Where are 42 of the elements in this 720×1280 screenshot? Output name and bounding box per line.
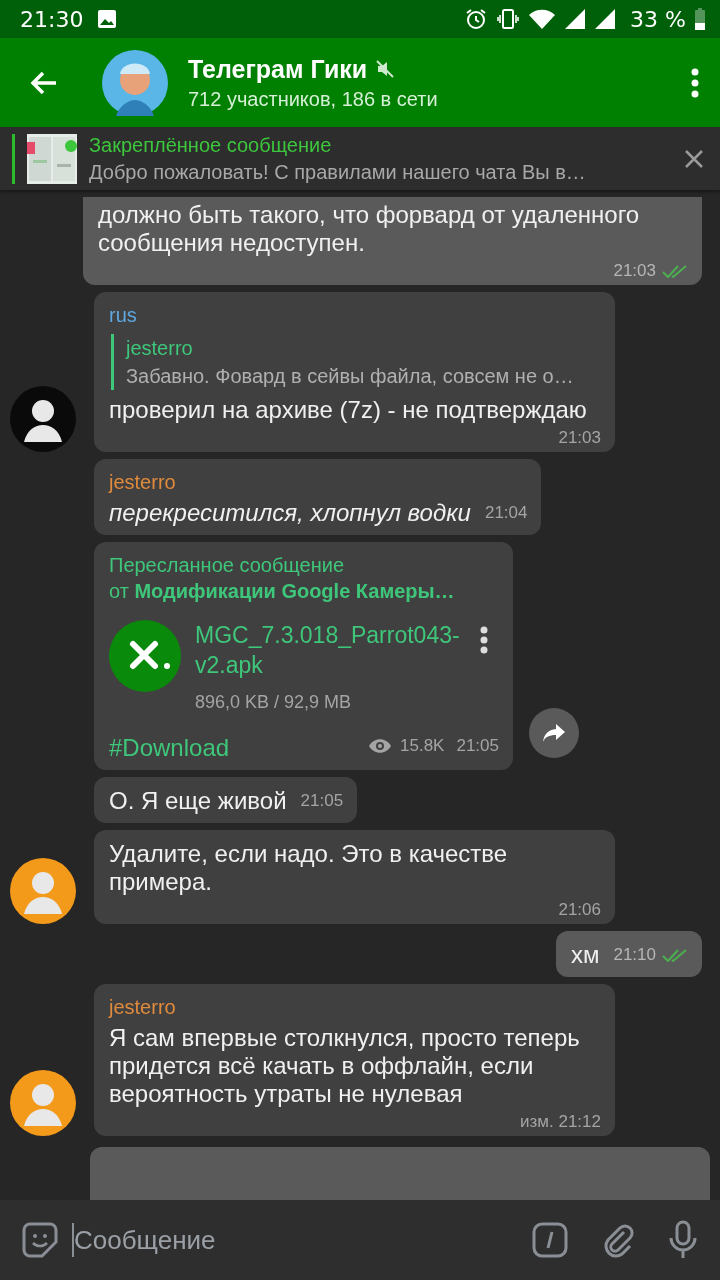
view-count: 15.8K <box>400 735 445 757</box>
message-time: 21:05 <box>456 735 499 757</box>
message-bubble[interactable]: О. Я еще живой 21:05 <box>94 777 358 823</box>
battery-percent: 33 % <box>630 6 686 32</box>
message-bubble[interactable]: Удалите, если надо. Это в качестве примера. 21:06 <box>94 830 615 924</box>
message-text: проверил на архиве (7z) - не подтверждаю <box>109 396 587 424</box>
message-text: О. Я еще живой <box>109 787 287 815</box>
message-text: перекреситился, хлопнул водки <box>109 499 471 527</box>
sender-name[interactable]: jesterro <box>109 994 601 1020</box>
forwarded-source[interactable]: от Модификации Google Камеры… <box>109 578 499 604</box>
message-text: Удалите, если надо. Это в качестве примера. <box>109 840 509 896</box>
message-bubble[interactable]: хм 21:10 <box>555 931 702 977</box>
sender-name[interactable]: jesterro <box>109 469 528 495</box>
message-time: 21:06 <box>558 900 601 920</box>
message-text: хм <box>570 941 600 969</box>
sender-name[interactable]: rus <box>109 302 601 328</box>
pinned-title: Закреплённое сообщение <box>89 133 333 157</box>
message-time: 21:05 <box>300 791 344 811</box>
message-time: изм. 21:12 <box>520 1112 601 1132</box>
message-bubble[interactable]: rus jesterro Забавно. Фовард в сейвы файла, совсем не о… проверил на архиве (7z) - не подтверждаю 21:03 <box>94 292 615 452</box>
pinned-message-bar[interactable]: Закреплённое сообщение Добро пожаловать! С правилами нашего чата Вы в… <box>0 127 720 190</box>
member-count: 712 участников, 186 в сети <box>188 87 439 111</box>
message-time: 21:03 <box>613 261 656 281</box>
reply-author: jesterro <box>126 336 194 361</box>
message-time: 21:03 <box>558 428 601 448</box>
reply-quote[interactable]: jesterro Забавно. Фовард в сейвы файла, совсем не о… <box>111 334 601 390</box>
message-time: 21:10 <box>613 945 656 965</box>
message-text: должно быть такого, что форвард от удаленного сообщения недоступен. <box>98 201 641 257</box>
chat-title: Телеграм Гики <box>188 54 368 84</box>
message-text: Я сам впервые столкнулся, просто теперь придется всё качать в оффлайн, если вероятность утраты не нулевая <box>109 1024 581 1108</box>
message-bubble[interactable]: jesterro Я сам впервые столкнулся, просто теперь придется всё качать в оффлайн, если вероятность утраты не нулевая изм. 21:12 <box>94 984 615 1136</box>
pinned-text: Добро пожаловать! С правилами нашего чата Вы в… <box>89 160 587 184</box>
message-bubble[interactable]: должно быть такого, что форвард от удаленного сообщения недоступен. 21:03 <box>83 197 702 285</box>
message-time: 21:04 <box>484 503 528 523</box>
file-name[interactable]: MGC_7.3.018_Parrot043-v2.apk <box>195 620 465 680</box>
hashtag-link[interactable]: #Download <box>109 734 230 762</box>
clock: 21:30 <box>20 6 84 32</box>
forwarded-label: Пересланное сообщение <box>109 553 346 578</box>
reply-text: Забавно. Фовард в сейвы файла, совсем не о… <box>126 364 575 389</box>
file-size: 896,0 KB / 92,9 MB <box>195 691 353 714</box>
message-bubble[interactable]: Пересланное сообщение от Модификации Google Камеры… MGC_7.3.018_Parrot043-v2.apk 896,0 KB / 92,9 MB #Download 15.8K 21:05 <box>94 542 513 770</box>
message-bubble[interactable]: jesterro перекреситился, хлопнул водки 21:04 <box>94 459 542 535</box>
